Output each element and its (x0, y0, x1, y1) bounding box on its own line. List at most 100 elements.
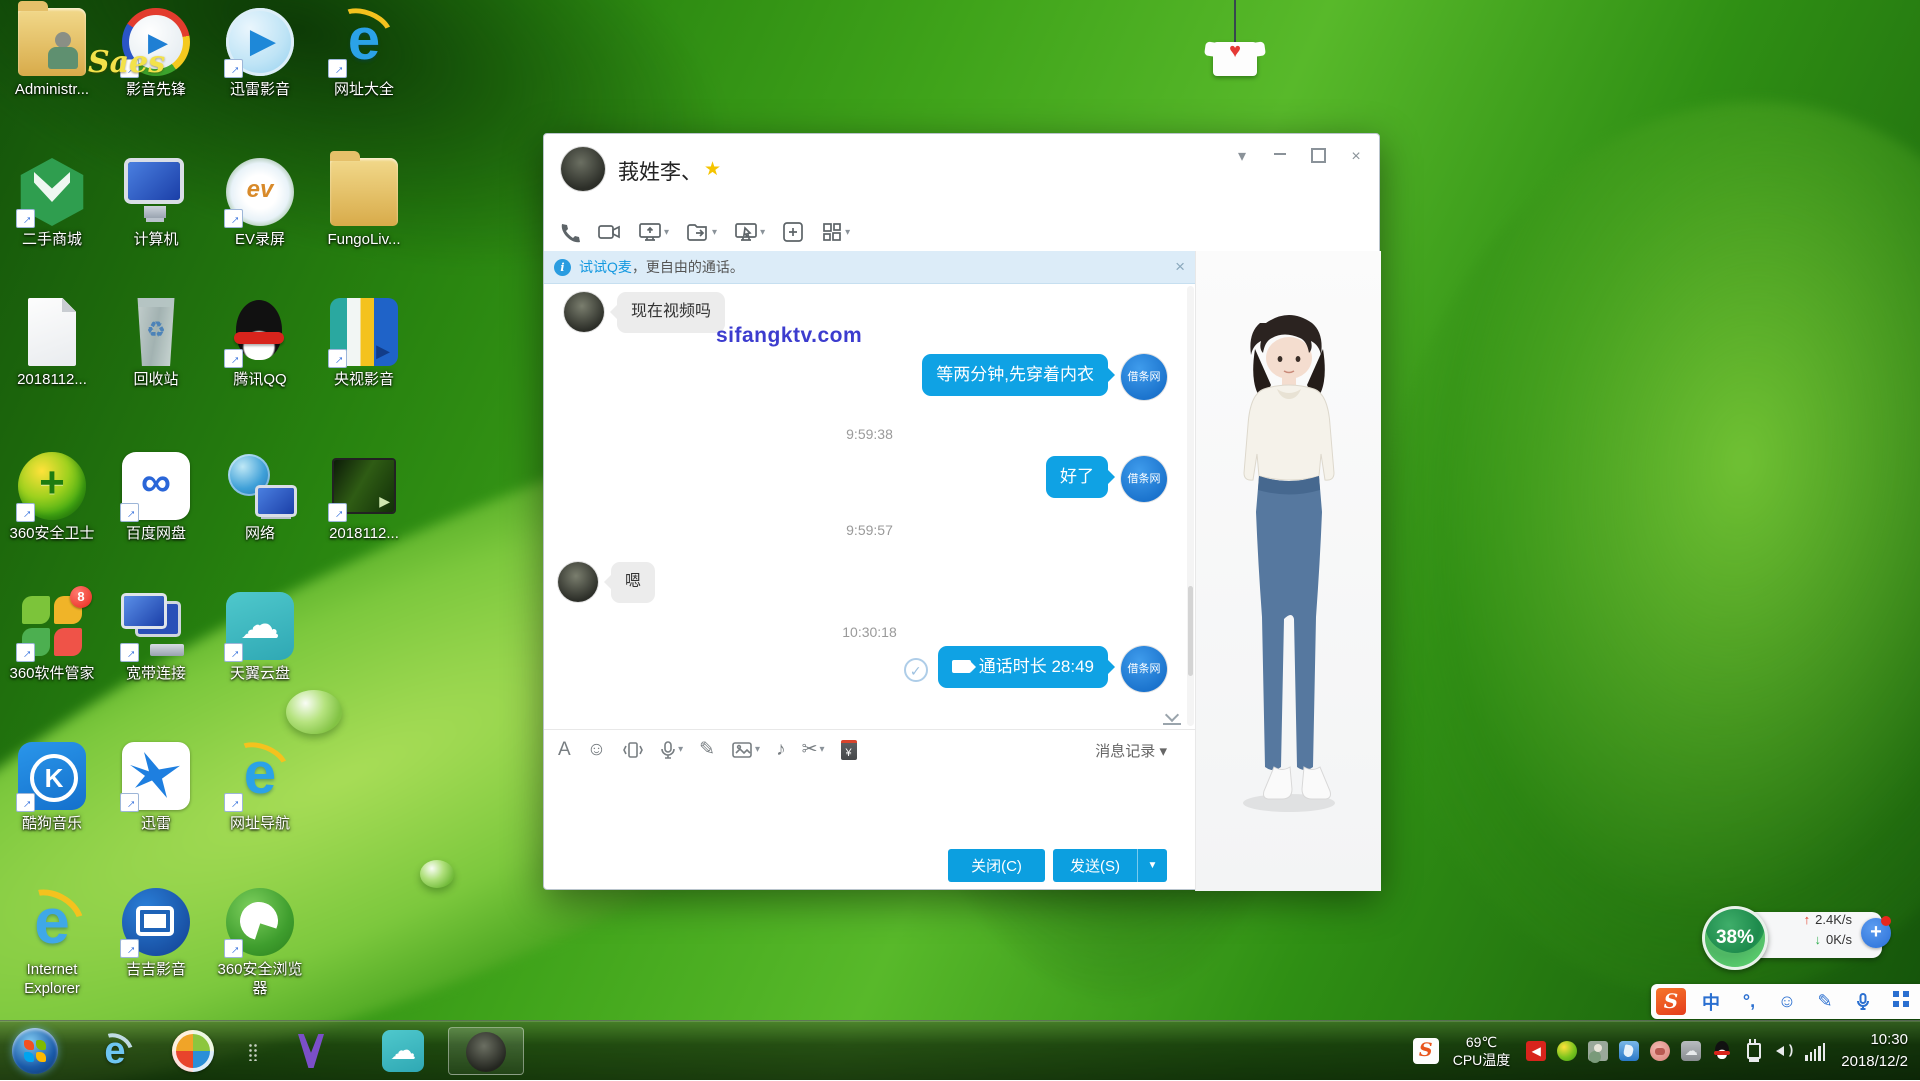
desktop-icon-tianyi-cloud[interactable]: 天翼云盘 (212, 592, 308, 684)
call-record-bubble[interactable]: 通话时长 28:49 (938, 646, 1108, 688)
desktop-icon-yingyin-xianfeng[interactable]: Saes 影音先锋 (108, 8, 204, 100)
desktop-icon-xunlei-yingyin[interactable]: 迅雷影音 (212, 8, 308, 100)
dropdown-caret-icon[interactable]: ▾ (845, 227, 850, 238)
desktop-icon-tencent-qq[interactable]: 腾讯QQ (212, 298, 308, 390)
remote-assist-icon[interactable]: ▾ (734, 221, 765, 243)
desktop-icon-yangshi-yingyin[interactable]: 央视影音 (316, 298, 412, 390)
taskbar-clock[interactable]: 10:30 2018/12/2 (1841, 1029, 1908, 1073)
close-chat-button[interactable]: 关闭(C) (948, 849, 1045, 882)
dropdown-caret-icon[interactable]: ▾ (664, 227, 669, 238)
tray-network-signal-icon[interactable] (1805, 1041, 1825, 1061)
taskbar-qq-chat-task[interactable] (448, 1027, 524, 1075)
desktop-icon-internet-explorer[interactable]: e Internet Explorer (4, 888, 100, 999)
window-titlebar[interactable]: 莪姓李、 ★ ▾ × (544, 134, 1379, 206)
message-history-button[interactable]: 消息记录 ▾ (1095, 740, 1167, 761)
chat-scrollbar[interactable] (1187, 286, 1194, 726)
taskbar-ie-icon[interactable]: e (94, 1030, 136, 1072)
notice-close-icon[interactable]: × (1175, 257, 1185, 277)
desktop-icon-fungolive[interactable]: FungoLiv... (316, 158, 412, 250)
window-menu-caret[interactable]: ▾ (1233, 148, 1251, 166)
close-window-button[interactable]: × (1347, 148, 1365, 166)
punctuation-icon[interactable]: °, (1730, 991, 1768, 1012)
desktop-icon-video-2018112[interactable]: 2018112... (316, 452, 412, 544)
desktop-icon-doc-2018112[interactable]: 2018112... (4, 298, 100, 390)
self-avatar[interactable]: 借条网 (1121, 354, 1167, 400)
tray-pc-manager-icon[interactable] (1619, 1041, 1639, 1061)
emoticon-icon[interactable]: ☺ (587, 740, 606, 760)
desktop-icon-baidu-netdisk[interactable]: 百度网盘 (108, 452, 204, 544)
dropdown-caret-icon[interactable]: ▾ (820, 744, 825, 755)
voice-message-icon[interactable]: ▾ (660, 740, 683, 760)
self-avatar[interactable]: 借条网 (1121, 456, 1167, 502)
microphone-icon[interactable] (1844, 991, 1882, 1012)
desktop-icon-jiji-yingyin[interactable]: 吉吉影音 (108, 888, 204, 980)
desktop-icon-network[interactable]: 网络 (212, 452, 308, 544)
message-list[interactable]: 现在视频吗 sifangktv.com 等两分钟,先穿着内衣 借条网 9:59:… (544, 284, 1195, 729)
start-button[interactable] (12, 1028, 58, 1074)
app-box-icon[interactable]: ▾ (821, 221, 850, 243)
screenshot-icon[interactable]: ✂ ▾ (802, 740, 825, 760)
tray-power-plug-icon[interactable] (1743, 1041, 1763, 1061)
qmic-link[interactable]: 试试Q麦 (579, 257, 632, 277)
self-avatar[interactable]: 借条网 (1121, 646, 1167, 692)
tray-cloud-backup-icon[interactable] (1681, 1041, 1701, 1061)
image-icon[interactable]: ▾ (731, 740, 760, 760)
minimize-button[interactable] (1271, 148, 1289, 166)
screen-demo-icon[interactable]: ▾ (638, 221, 669, 243)
desktop-icon-recycle-bin[interactable]: 回收站 (108, 298, 204, 390)
desktop-icon-computer[interactable]: 计算机 (108, 158, 204, 250)
cn-mode-icon[interactable]: 中 (1692, 989, 1730, 1015)
sogou-logo-icon[interactable]: S (1656, 988, 1686, 1015)
dropdown-caret-icon[interactable]: ▾ (678, 744, 683, 755)
tray-volume-icon[interactable] (1774, 1041, 1794, 1061)
maximize-button[interactable] (1309, 148, 1327, 166)
desktop-icon-ev-luping[interactable]: EV录屏 (212, 158, 308, 250)
send-options-caret[interactable]: ▼ (1137, 849, 1167, 882)
desktop-icon-360-browser[interactable]: 360安全浏览器 (212, 888, 308, 999)
dropdown-caret-icon[interactable]: ▾ (760, 227, 765, 238)
tray-news-icon[interactable] (1650, 1041, 1670, 1061)
music-icon[interactable]: ♪ (776, 740, 786, 760)
handwrite-icon[interactable]: ✎ (1806, 991, 1844, 1012)
file-transfer-icon[interactable]: ▾ (686, 221, 717, 243)
dropdown-caret-icon[interactable]: ▾ (755, 744, 760, 755)
emoticon-icon[interactable]: ☺ (1768, 991, 1806, 1012)
toolbox-grid-icon[interactable] (1882, 991, 1920, 1012)
red-packet-icon[interactable]: ¥ (841, 740, 857, 760)
voice-call-icon[interactable] (558, 221, 580, 243)
tray-360-safe-icon[interactable] (1557, 1041, 1577, 1061)
taskbar-360-browser-icon[interactable] (172, 1030, 214, 1072)
desktop-icon-broadband[interactable]: 宽带连接 (108, 592, 204, 684)
taskbar-tianyi-cloud-icon[interactable]: ☁ (382, 1030, 424, 1072)
tshirt-hanger-widget[interactable]: ♥ (1205, 0, 1275, 80)
contact-avatar[interactable] (561, 147, 605, 191)
memory-percent-ball[interactable]: 38% (1702, 906, 1768, 970)
message-input-area[interactable] (544, 769, 1195, 839)
add-to-group-icon[interactable] (782, 221, 804, 243)
tray-contacts-icon[interactable] (1588, 1041, 1608, 1061)
dropdown-caret-icon[interactable]: ▾ (712, 227, 717, 238)
peer-avatar[interactable] (564, 292, 604, 332)
handwrite-icon[interactable]: ✎ (699, 740, 715, 760)
desktop-icon-360-safe[interactable]: 360安全卫士 (4, 452, 100, 544)
desktop-icon-wangzhi-daohang[interactable]: e 网址导航 (212, 742, 308, 834)
tray-sogou-icon[interactable]: S (1413, 1038, 1439, 1064)
desktop-icon-ershou-shangcheng[interactable]: 二手商城 (4, 158, 100, 250)
nudge-icon[interactable] (622, 740, 644, 760)
tray-announce-icon[interactable] (1526, 1041, 1546, 1061)
qq-show-panel[interactable] (1195, 251, 1381, 891)
scroll-to-bottom-icon[interactable] (1163, 709, 1181, 725)
desktop-icon-administrator[interactable]: Administr... (4, 8, 100, 100)
peer-avatar[interactable] (558, 562, 598, 602)
video-call-icon[interactable] (597, 221, 621, 243)
desktop-icon-360-software-manager[interactable]: 8 360软件管家 (4, 592, 100, 684)
taskbar-media-player-icon[interactable] (290, 1030, 332, 1072)
speed-ball-widget[interactable]: ↑2.4K/s ↓0K/s + 38% (1702, 906, 1887, 970)
scrollbar-thumb[interactable] (1188, 586, 1193, 676)
send-button[interactable]: 发送(S) (1053, 849, 1137, 882)
tray-qq-icon[interactable] (1712, 1041, 1732, 1061)
desktop-icon-wangzhi-daquan[interactable]: e 网址大全 (316, 8, 412, 100)
desktop-icon-xunlei[interactable]: 迅雷 (108, 742, 204, 834)
desktop-icon-kugou[interactable]: 酷狗音乐 (4, 742, 100, 834)
font-icon[interactable]: A (558, 740, 571, 760)
